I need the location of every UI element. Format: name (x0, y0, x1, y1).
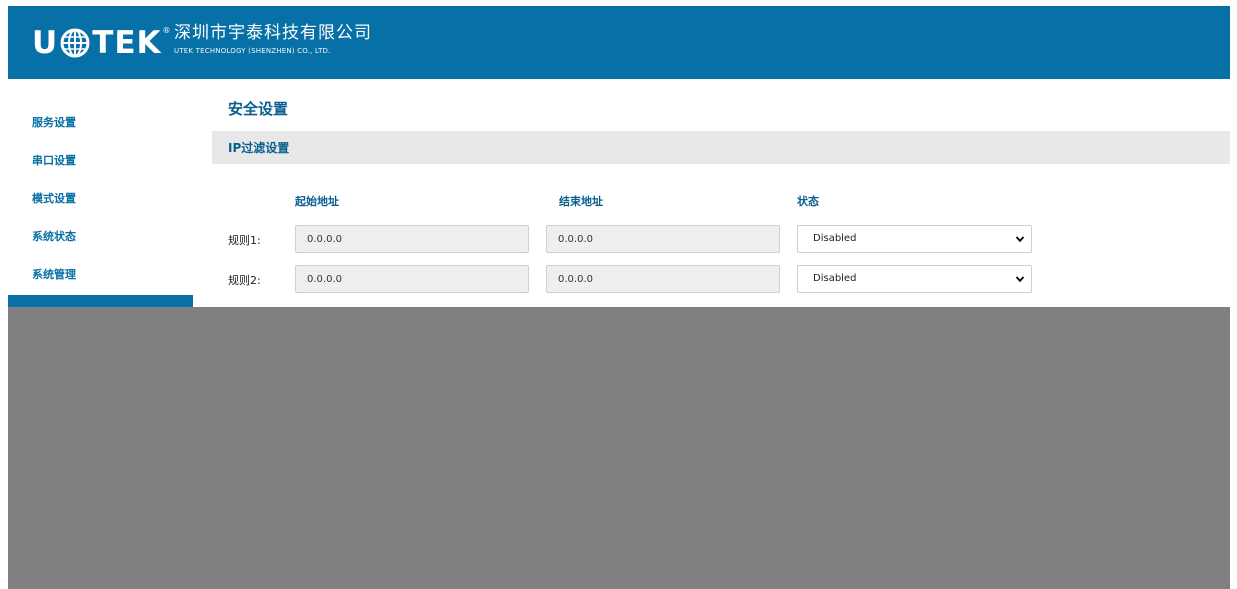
sidebar-item-service-settings[interactable]: 服务设置 (8, 105, 193, 141)
brand-logo: U TEK ® (32, 26, 172, 60)
sidebar-item-system-management[interactable]: 系统管理 (8, 257, 193, 293)
company-name-en: UTEK TECHNOLOGY (SHENZHEN) CO., LTD. (174, 47, 331, 55)
sidebar-nav: 服务设置 串口设置 模式设置 系统状态 系统管理 安全设置 (8, 87, 193, 337)
column-header-start-address: 起始地址 (295, 195, 339, 208)
globe-logo-icon (60, 28, 90, 58)
column-header-end-address: 结束地址 (559, 195, 603, 208)
column-header-status: 状态 (797, 195, 819, 208)
section-title: IP过滤设置 (228, 141, 290, 155)
sidebar-item-system-status[interactable]: 系统状态 (8, 219, 193, 255)
gray-overlay (8, 307, 1230, 589)
company-name: 深圳市宇泰科技有限公司 UTEK TECHNOLOGY (SHENZHEN) C… (174, 23, 372, 56)
rule-label: 规则1: (228, 234, 261, 247)
section-header: IP过滤设置 (212, 131, 1230, 164)
logo-letters-tek: TEK (92, 25, 162, 61)
rule1-end-address-input[interactable] (546, 225, 780, 253)
page-title: 安全设置 (228, 100, 289, 118)
chevron-down-icon (1015, 236, 1025, 243)
sidebar-item-mode-settings[interactable]: 模式设置 (8, 181, 193, 217)
rule-label: 规则2: (228, 274, 261, 287)
sidebar-item-serial-settings[interactable]: 串口设置 (8, 143, 193, 179)
logo-letter-u: U (32, 25, 59, 61)
app-header: U TEK ® 深圳市宇泰科技有限公司 UTEK TECHNOLOGY (SHE… (8, 6, 1230, 79)
registered-mark: ® (162, 26, 172, 35)
chevron-down-icon (1015, 276, 1025, 283)
rule1-status-value: Disabled (813, 233, 857, 244)
rule2-start-address-input[interactable] (295, 265, 529, 293)
rule1-start-address-input[interactable] (295, 225, 529, 253)
rule2-status-value: Disabled (813, 273, 857, 284)
company-name-cn: 深圳市宇泰科技有限公司 (174, 23, 372, 43)
rule2-end-address-input[interactable] (546, 265, 780, 293)
rule2-status-select[interactable]: Disabled (797, 265, 1032, 293)
rule1-status-select[interactable]: Disabled (797, 225, 1032, 253)
